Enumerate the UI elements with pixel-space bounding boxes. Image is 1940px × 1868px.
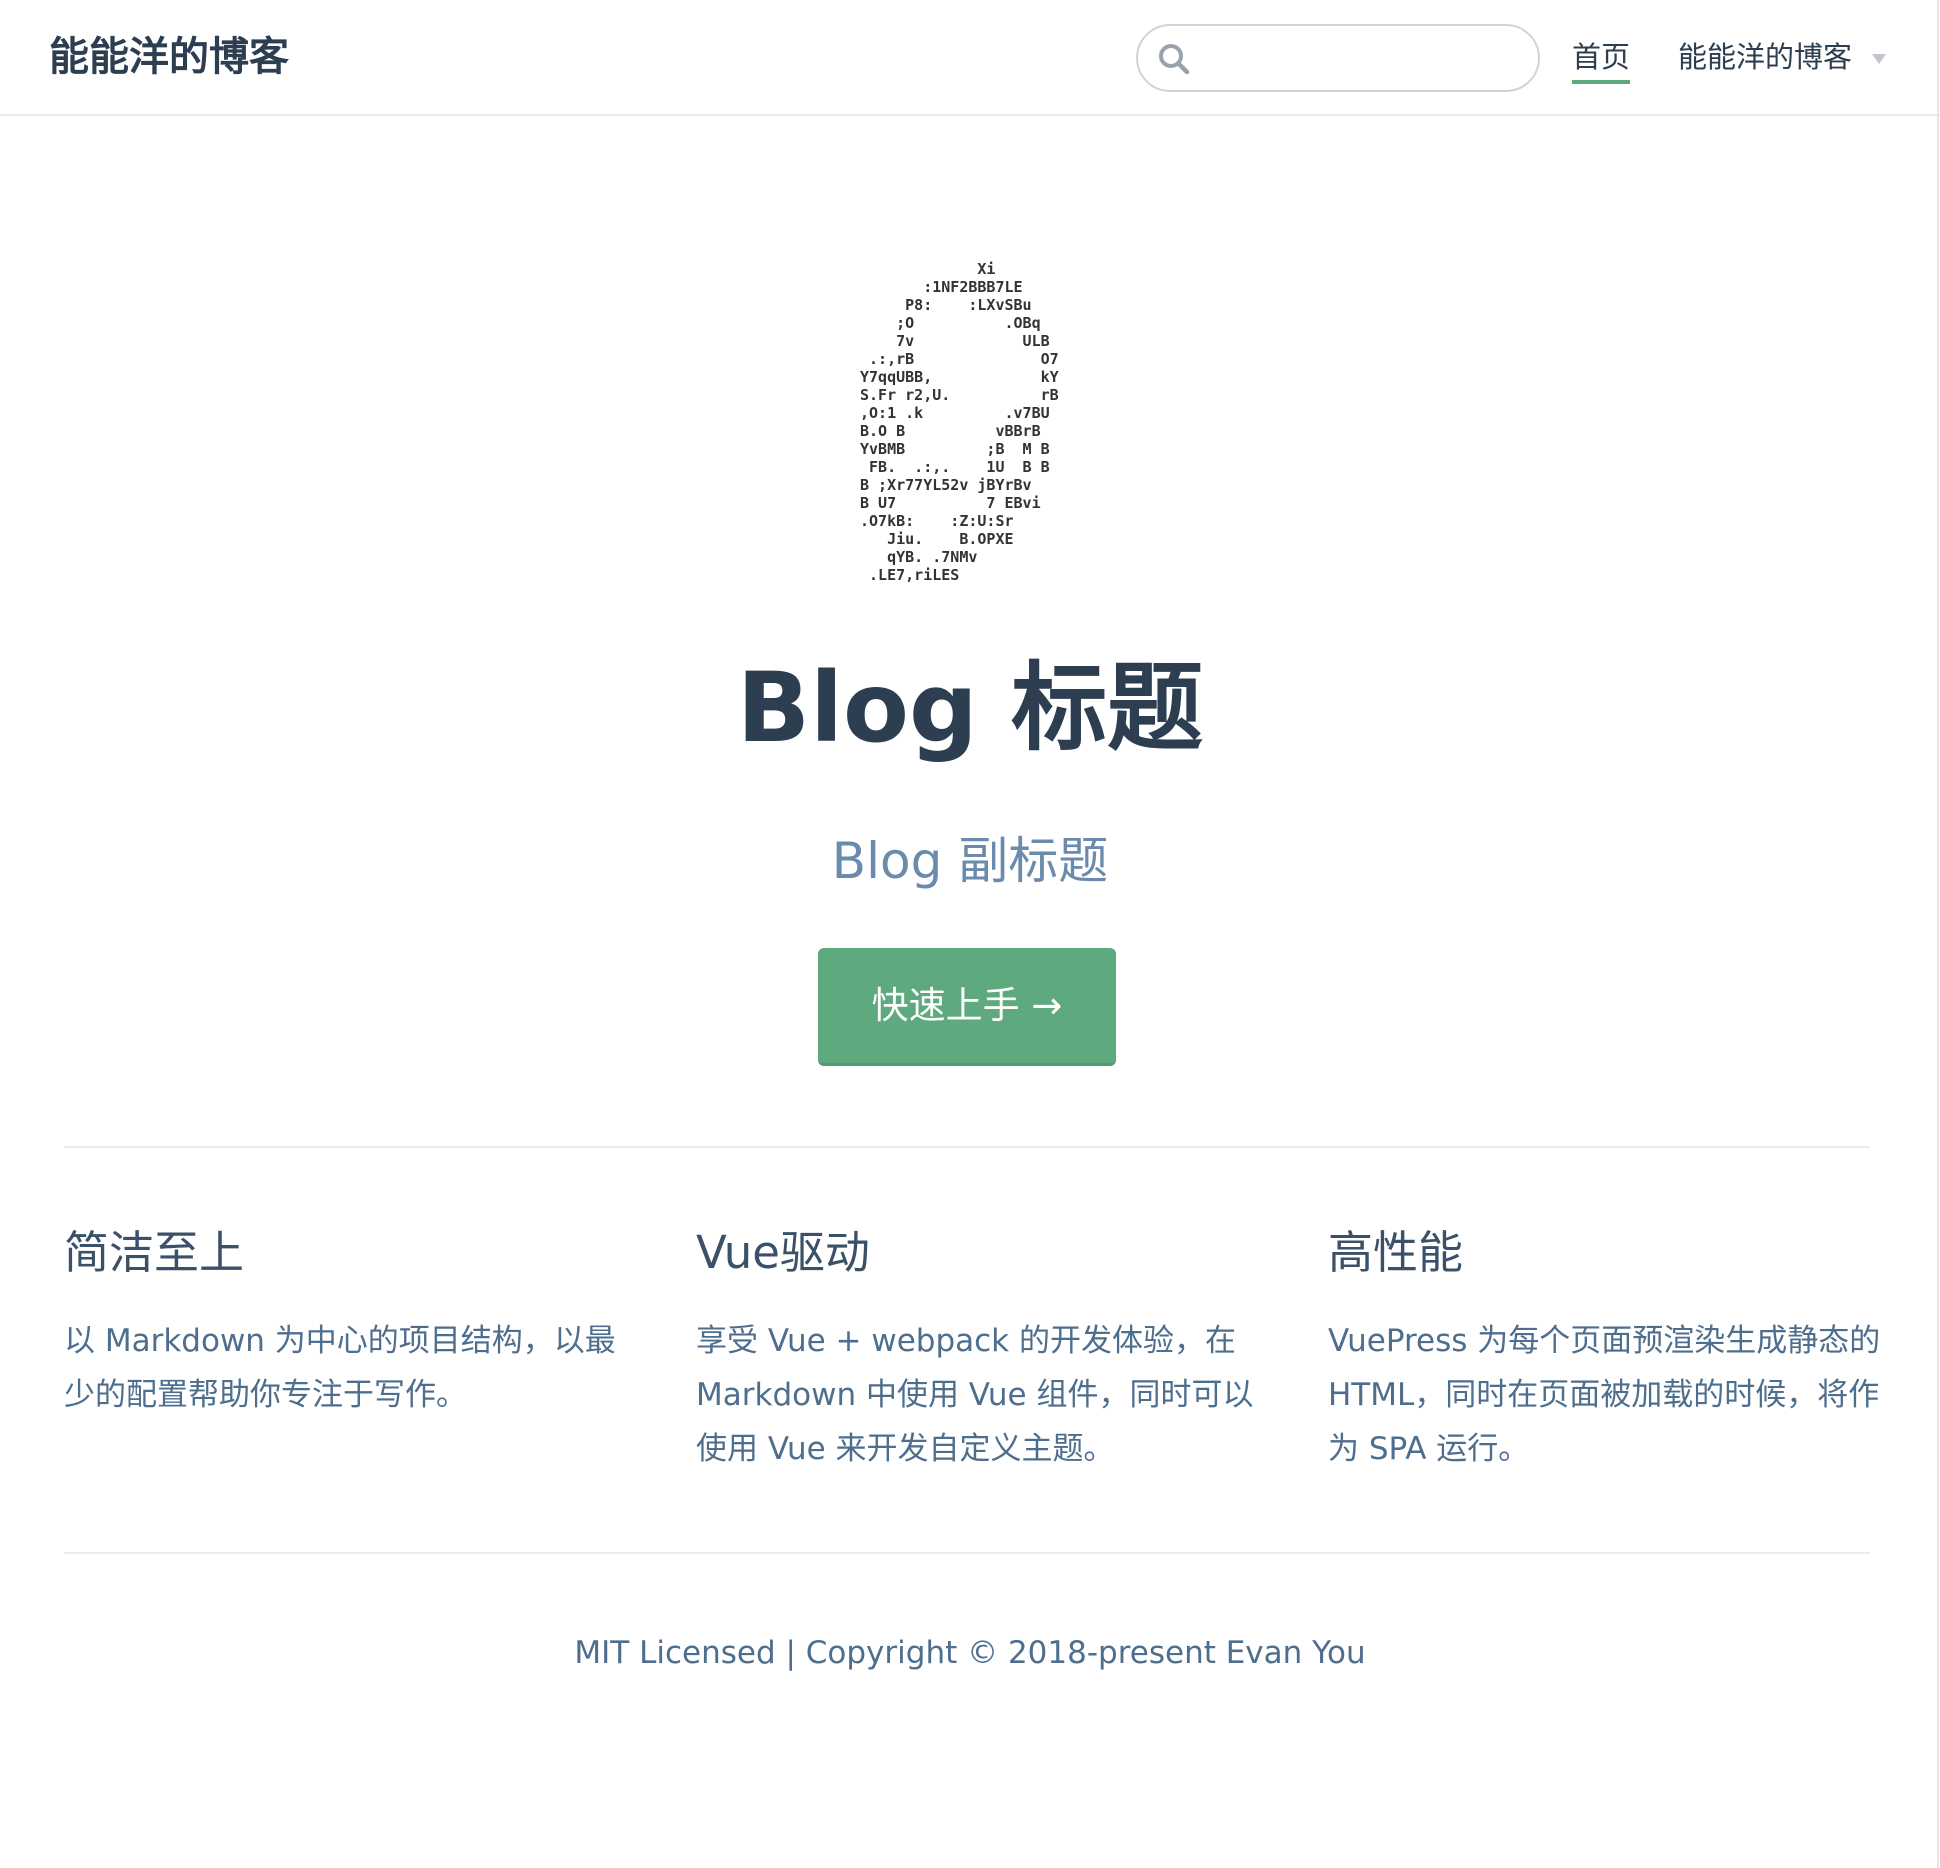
chevron-down-icon[interactable]	[1872, 54, 1886, 64]
search-icon	[1159, 44, 1190, 75]
hero-title: Blog 标题	[736, 652, 1204, 764]
feature-title: 高性能	[1328, 1226, 1464, 1279]
feature-title: Vue驱动	[696, 1226, 870, 1279]
feature-details: 以 Markdown 为中心的项目结构，以最少的配置帮助你专注于写作。	[64, 1323, 616, 1413]
hero-subtitle: Blog 副标题	[831, 832, 1109, 890]
nav-dropdown-blog[interactable]: 能能洋的博客	[1678, 36, 1852, 78]
feature-vue-powered: Vue驱动 享受 Vue + webpack 的开发体验，在 Markdown …	[696, 1220, 1256, 1476]
feature-performance: 高性能 VuePress 为每个页面预渲染生成静态的 HTML，同时在页面被加载…	[1328, 1220, 1888, 1476]
feature-details: VuePress 为每个页面预渲染生成静态的 HTML，同时在页面被加载的时候，…	[1328, 1323, 1881, 1467]
nav-link-home[interactable]: 首页	[1572, 36, 1631, 84]
get-started-button[interactable]: 快速上手 →	[818, 948, 1116, 1066]
window-edge	[1937, 0, 1939, 1868]
feature-title: 简洁至上	[64, 1226, 245, 1279]
footer-text: MIT Licensed | Copyright © 2018-present …	[574, 1635, 1366, 1671]
divider	[64, 1552, 1870, 1554]
site-name[interactable]: 能能洋的博客	[49, 28, 289, 86]
feature-details: 享受 Vue + webpack 的开发体验，在 Markdown 中使用 Vu…	[696, 1323, 1254, 1467]
divider	[64, 1146, 1870, 1148]
feature-simplicity: 简洁至上 以 Markdown 为中心的项目结构，以最少的配置帮助你专注于写作。	[64, 1220, 624, 1422]
navbar: 能能洋的博客 首页 能能洋的博客	[0, 0, 1940, 116]
search-input[interactable]	[1202, 32, 1522, 84]
search-box[interactable]	[1136, 24, 1540, 92]
hero-logo-ascii-art: Xi :1NF2BBB7LE P8: :LXvSBu ;O .OBq 7v UL…	[860, 260, 1059, 584]
